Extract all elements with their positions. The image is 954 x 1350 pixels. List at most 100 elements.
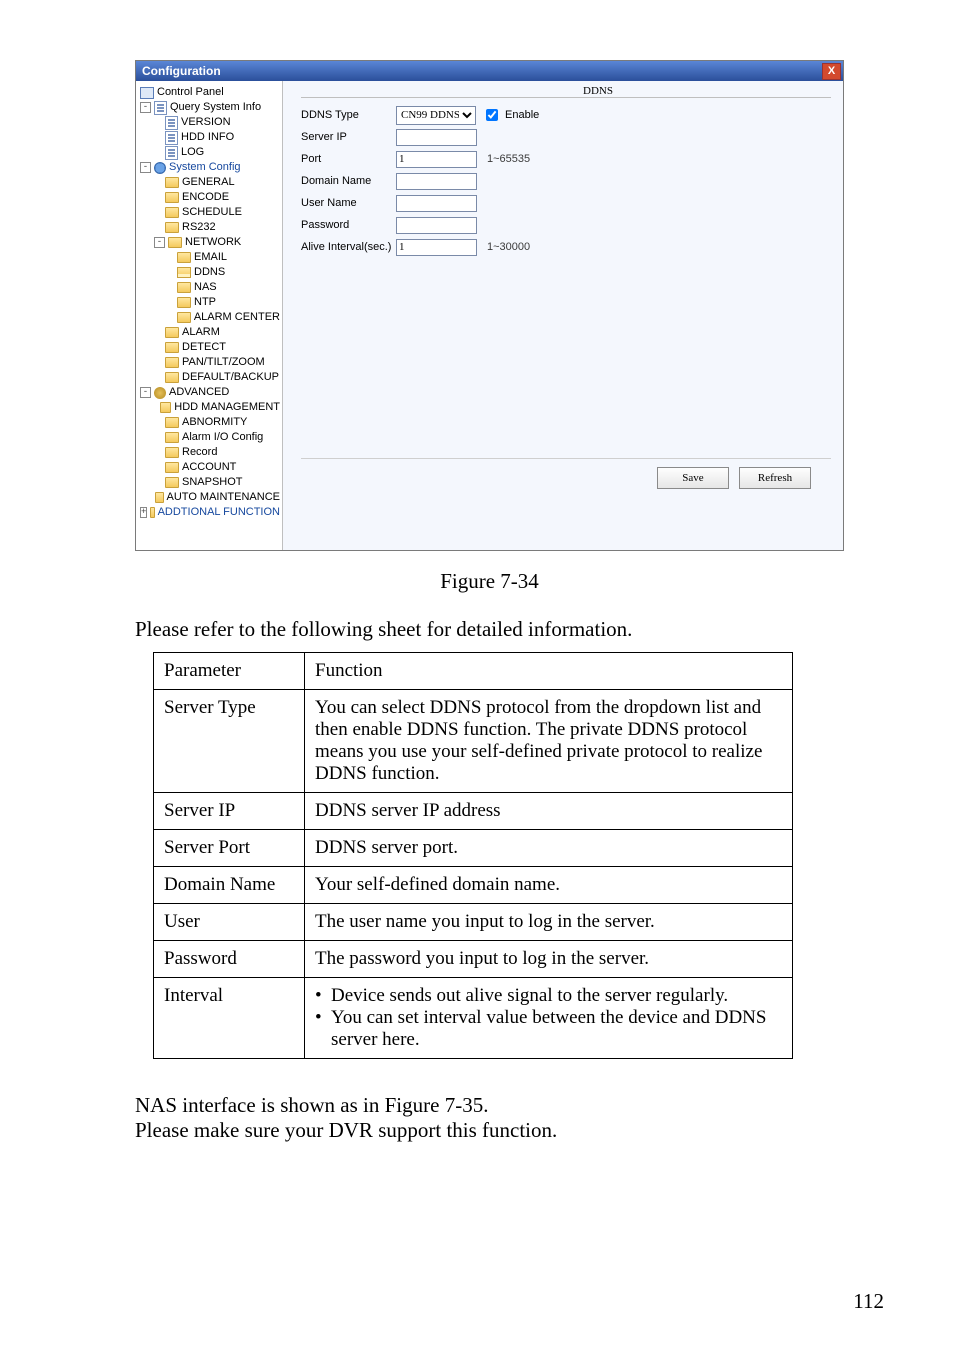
tree-abnormity[interactable]: ABNORMITY [140, 415, 280, 430]
doc-icon [165, 146, 178, 160]
folder-icon [165, 372, 179, 383]
folder-icon [165, 432, 179, 443]
advanced-icon [154, 387, 166, 399]
alive-interval-input[interactable] [396, 239, 477, 256]
tree-encode[interactable]: ENCODE [140, 190, 280, 205]
settings-panel: DDNS DDNS Type CN99 DDNS Enable Server I… [283, 81, 843, 550]
tree-version[interactable]: VERSION [140, 115, 280, 130]
folder-icon [165, 477, 179, 488]
tree-alarm-center[interactable]: ALARM CENTER [140, 310, 280, 325]
table-row: Interval Device sends out alive signal t… [154, 978, 793, 1059]
tree-system-config[interactable]: -System Config [140, 160, 280, 175]
collapse-icon[interactable]: - [140, 162, 151, 173]
collapse-icon[interactable]: - [140, 387, 151, 398]
save-button[interactable]: Save [657, 467, 729, 489]
expand-icon[interactable]: + [140, 507, 147, 518]
tree-detect[interactable]: DETECT [140, 340, 280, 355]
tree-control-panel[interactable]: Control Panel [140, 85, 280, 100]
label-user-name: User Name [301, 197, 396, 209]
panel-icon [140, 87, 154, 99]
folder-icon [177, 282, 191, 293]
tree-advanced[interactable]: -ADVANCED [140, 385, 280, 400]
page-number: 112 [853, 1289, 884, 1314]
tree-rs232[interactable]: RS232 [140, 220, 280, 235]
ddns-type-select[interactable]: CN99 DDNS [396, 106, 476, 125]
label-ddns-type: DDNS Type [301, 109, 396, 121]
server-ip-input[interactable] [396, 129, 477, 146]
tree-additional-function[interactable]: +ADDTIONAL FUNCTION [140, 505, 280, 520]
doc-icon [165, 116, 178, 130]
tree-ddns[interactable]: DDNS [140, 265, 280, 280]
panel-title: DDNS [583, 85, 613, 97]
tree-log[interactable]: LOG [140, 145, 280, 160]
table-row: PasswordThe password you input to log in… [154, 941, 793, 978]
domain-name-input[interactable] [396, 173, 477, 190]
parameter-table: Parameter Function Server TypeYou can se… [153, 652, 793, 1059]
tree-schedule[interactable]: SCHEDULE [140, 205, 280, 220]
table-row: UserThe user name you input to log in th… [154, 904, 793, 941]
folder-icon [155, 492, 164, 503]
folder-icon [165, 342, 179, 353]
folder-icon [165, 177, 179, 188]
footer-line-1: NAS interface is shown as in Figure 7-35… [135, 1093, 844, 1118]
tree-ntp[interactable]: NTP [140, 295, 280, 310]
folder-icon [160, 402, 171, 413]
folder-icon [165, 222, 179, 233]
tree-hdd-mgmt[interactable]: HDD MANAGEMENT [140, 400, 280, 415]
tree-email[interactable]: EMAIL [140, 250, 280, 265]
bullet: You can set interval value between the d… [315, 1007, 782, 1051]
nav-tree: Control Panel -Query System Info VERSION… [136, 81, 283, 550]
tree-alarm[interactable]: ALARM [140, 325, 280, 340]
tree-auto-maintenance[interactable]: AUTO MAINTENANCE [140, 490, 280, 505]
folder-icon [177, 312, 191, 323]
tree-query-system-info[interactable]: -Query System Info [140, 100, 280, 115]
tree-record[interactable]: Record [140, 445, 280, 460]
doc-icon [165, 131, 178, 145]
table-row: Server TypeYou can select DDNS protocol … [154, 690, 793, 793]
tree-network[interactable]: -NETWORK [140, 235, 280, 250]
titlebar: Configuration X [136, 61, 843, 81]
tree-snapshot[interactable]: SNAPSHOT [140, 475, 280, 490]
folder-icon [165, 462, 179, 473]
user-name-input[interactable] [396, 195, 477, 212]
close-icon[interactable]: X [822, 63, 841, 80]
window-title: Configuration [142, 64, 221, 78]
enable-checkbox[interactable] [486, 109, 498, 121]
doc-icon [154, 101, 167, 115]
col-function: Function [305, 653, 793, 690]
tree-ptz[interactable]: PAN/TILT/ZOOM [140, 355, 280, 370]
config-icon [154, 162, 166, 174]
folder-icon [165, 327, 179, 338]
collapse-icon[interactable]: - [154, 237, 165, 248]
label-enable: Enable [505, 109, 539, 121]
folder-open-icon [177, 267, 191, 278]
label-server-ip: Server IP [301, 131, 396, 143]
tree-alarm-io[interactable]: Alarm I/O Config [140, 430, 280, 445]
tree-hdd-info[interactable]: HDD INFO [140, 130, 280, 145]
tree-account[interactable]: ACCOUNT [140, 460, 280, 475]
figure-caption: Figure 7-34 [135, 569, 844, 594]
collapse-icon[interactable]: - [140, 102, 151, 113]
folder-icon [165, 447, 179, 458]
folder-icon [177, 252, 191, 263]
label-port: Port [301, 153, 396, 165]
port-input[interactable] [396, 151, 477, 168]
refresh-button[interactable]: Refresh [739, 467, 811, 489]
footer-line-2: Please make sure your DVR support this f… [135, 1118, 844, 1143]
hint-port: 1~65535 [487, 153, 530, 165]
label-password: Password [301, 219, 396, 231]
tree-default-backup[interactable]: DEFAULT/BACKUP [140, 370, 280, 385]
bullet: Device sends out alive signal to the ser… [315, 985, 782, 1007]
folder-icon [165, 192, 179, 203]
table-row: Server PortDDNS server port. [154, 830, 793, 867]
folder-icon [168, 237, 182, 248]
folder-icon [177, 297, 191, 308]
folder-icon [150, 507, 154, 518]
tree-nas[interactable]: NAS [140, 280, 280, 295]
table-row: Domain NameYour self-defined domain name… [154, 867, 793, 904]
password-input[interactable] [396, 217, 477, 234]
tree-general[interactable]: GENERAL [140, 175, 280, 190]
label-domain-name: Domain Name [301, 175, 396, 187]
config-window: Configuration X Control Panel -Query Sys… [135, 60, 844, 551]
folder-icon [165, 357, 179, 368]
